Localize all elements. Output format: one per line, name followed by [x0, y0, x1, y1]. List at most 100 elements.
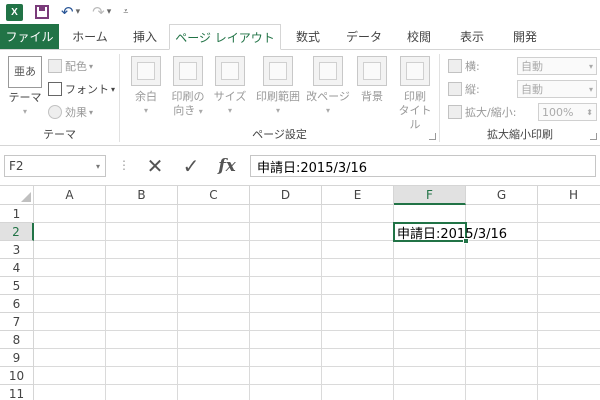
- cell-f2-text: 申請日:2015/3/16: [397, 226, 508, 242]
- scale-input[interactable]: 100% ⬍: [538, 103, 597, 121]
- resize-handle-icon[interactable]: ⋮: [118, 158, 130, 172]
- tab-page-layout[interactable]: ページ レイアウト: [169, 24, 281, 50]
- print-area-label: 印刷範囲: [256, 90, 300, 103]
- print-titles-button[interactable]: 印刷 タイトル: [394, 56, 436, 132]
- scale-row: 拡大/縮小: 100% ⬍: [448, 102, 597, 122]
- margins-button[interactable]: 余白 ▾: [128, 56, 164, 118]
- theme-colors-label: 配色: [65, 60, 87, 73]
- gridline: [34, 222, 600, 223]
- excel-logo-icon: X: [6, 3, 23, 21]
- theme-group-label: テーマ: [43, 128, 76, 141]
- tab-developer[interactable]: 開発: [499, 24, 551, 49]
- column-header-f[interactable]: F: [394, 186, 466, 205]
- tab-file[interactable]: ファイル: [0, 24, 59, 49]
- row-header-11[interactable]: 11: [0, 385, 34, 400]
- width-label: 横:: [465, 60, 480, 73]
- margins-icon: [131, 56, 161, 86]
- tab-view[interactable]: 表示: [445, 24, 499, 49]
- tab-insert[interactable]: 挿入: [121, 24, 169, 49]
- column-header-e[interactable]: E: [322, 186, 394, 205]
- undo-icon: ↶: [61, 3, 74, 21]
- background-button[interactable]: 背景: [354, 56, 390, 104]
- margins-label: 余白: [135, 90, 157, 103]
- gridline: [249, 205, 250, 400]
- size-button[interactable]: サイズ ▾: [212, 56, 248, 118]
- row-header-6[interactable]: 6: [0, 295, 34, 313]
- theme-fonts-icon: [48, 82, 62, 96]
- theme-colors-button[interactable]: 配色 ▾: [48, 56, 93, 76]
- print-area-button[interactable]: 印刷範囲 ▾: [252, 56, 304, 118]
- page-setup-launcher-icon[interactable]: [429, 133, 436, 140]
- save-button[interactable]: [35, 3, 49, 21]
- breaks-icon: [313, 56, 343, 86]
- height-select[interactable]: 自動 ▾: [517, 80, 597, 98]
- themes-icon: 亜あ: [8, 56, 42, 88]
- close-icon: ✕: [146, 154, 164, 178]
- insert-function-button[interactable]: fx: [210, 155, 244, 177]
- cancel-button[interactable]: ✕: [138, 154, 172, 178]
- row-header-9[interactable]: 9: [0, 349, 34, 367]
- column-header-g[interactable]: G: [466, 186, 538, 205]
- enter-button[interactable]: ✓: [174, 154, 208, 178]
- chevron-down-icon: ▾: [275, 106, 280, 115]
- column-header-h[interactable]: H: [538, 186, 600, 205]
- height-value: 自動: [521, 83, 543, 96]
- width-row: 横: 自動 ▾: [448, 56, 597, 76]
- page-setup-group: 余白 ▾ 印刷の 向き ▾ サイズ ▾ 印刷範囲 ▾ 改ページ ▾ 背景 印刷 …: [120, 54, 440, 142]
- size-label: サイズ: [213, 90, 247, 103]
- column-header-b[interactable]: B: [106, 186, 178, 205]
- tab-formulas[interactable]: 数式: [281, 24, 335, 49]
- background-label: 背景: [361, 90, 383, 103]
- column-header-c[interactable]: C: [178, 186, 250, 205]
- print-area-icon: [263, 56, 293, 86]
- width-select[interactable]: 自動 ▾: [517, 57, 597, 75]
- column-header-d[interactable]: D: [250, 186, 322, 205]
- background-icon: [357, 56, 387, 86]
- spinner-icon: ⬍: [586, 107, 593, 117]
- row-header-8[interactable]: 8: [0, 331, 34, 349]
- tab-review[interactable]: 校閲: [393, 24, 445, 49]
- theme-effects-label: 効果: [65, 106, 87, 119]
- column-header-a[interactable]: A: [34, 186, 106, 205]
- gridline: [34, 294, 600, 295]
- customize-icon: ⩡: [123, 7, 129, 17]
- chevron-down-icon: ▾: [588, 84, 593, 94]
- height-row: 縦: 自動 ▾: [448, 79, 597, 99]
- row-header-10[interactable]: 10: [0, 367, 34, 385]
- row-header-2[interactable]: 2: [0, 223, 34, 241]
- height-label: 縦:: [465, 83, 480, 96]
- worksheet-grid[interactable]: A B C D E F G H 1 2 3 4 5 6 7 8 9 10 11 …: [0, 186, 600, 400]
- redo-button[interactable]: ↷ ▾: [92, 3, 111, 21]
- row-header-7[interactable]: 7: [0, 313, 34, 331]
- orientation-button[interactable]: 印刷の 向き ▾: [168, 56, 208, 119]
- fill-handle[interactable]: [463, 238, 469, 244]
- size-icon: [215, 56, 245, 86]
- chevron-down-icon: ▾: [106, 7, 112, 17]
- chevron-down-icon: ▾: [143, 106, 148, 115]
- breaks-button[interactable]: 改ページ ▾: [306, 56, 350, 118]
- formula-content: 申請日:2015/3/16: [257, 160, 368, 176]
- ribbon: 亜あ テーマ ▾ 配色 ▾ フォント ▾ 効果 ▾ テーマ 余白 ▾ 印刷の 向き ▾…: [0, 50, 600, 146]
- theme-effects-icon: [48, 105, 62, 119]
- tab-data[interactable]: データ: [335, 24, 393, 49]
- row-header-1[interactable]: 1: [0, 205, 34, 223]
- customize-qat-button[interactable]: ⩡: [123, 3, 128, 21]
- gridline: [34, 312, 600, 313]
- row-header-4[interactable]: 4: [0, 259, 34, 277]
- undo-button[interactable]: ↶ ▾: [61, 3, 80, 21]
- gridline: [34, 330, 600, 331]
- select-all-button[interactable]: [0, 186, 34, 205]
- row-header-5[interactable]: 5: [0, 277, 34, 295]
- theme-effects-button[interactable]: 効果 ▾: [48, 102, 93, 122]
- chevron-down-icon: ▾: [22, 107, 27, 116]
- themes-button[interactable]: 亜あ テーマ ▾: [6, 56, 44, 119]
- theme-fonts-button[interactable]: フォント ▾: [48, 79, 115, 99]
- scale-launcher-icon[interactable]: [590, 133, 597, 140]
- name-box[interactable]: F2 ▾: [4, 155, 106, 177]
- row-header-3[interactable]: 3: [0, 241, 34, 259]
- chevron-down-icon: ▾: [95, 161, 100, 171]
- scale-group-label: 拡大縮小印刷: [487, 128, 553, 141]
- formula-input[interactable]: 申請日:2015/3/16: [250, 155, 596, 177]
- chevron-down-icon: ▾: [588, 61, 593, 71]
- tab-home[interactable]: ホーム: [59, 24, 121, 49]
